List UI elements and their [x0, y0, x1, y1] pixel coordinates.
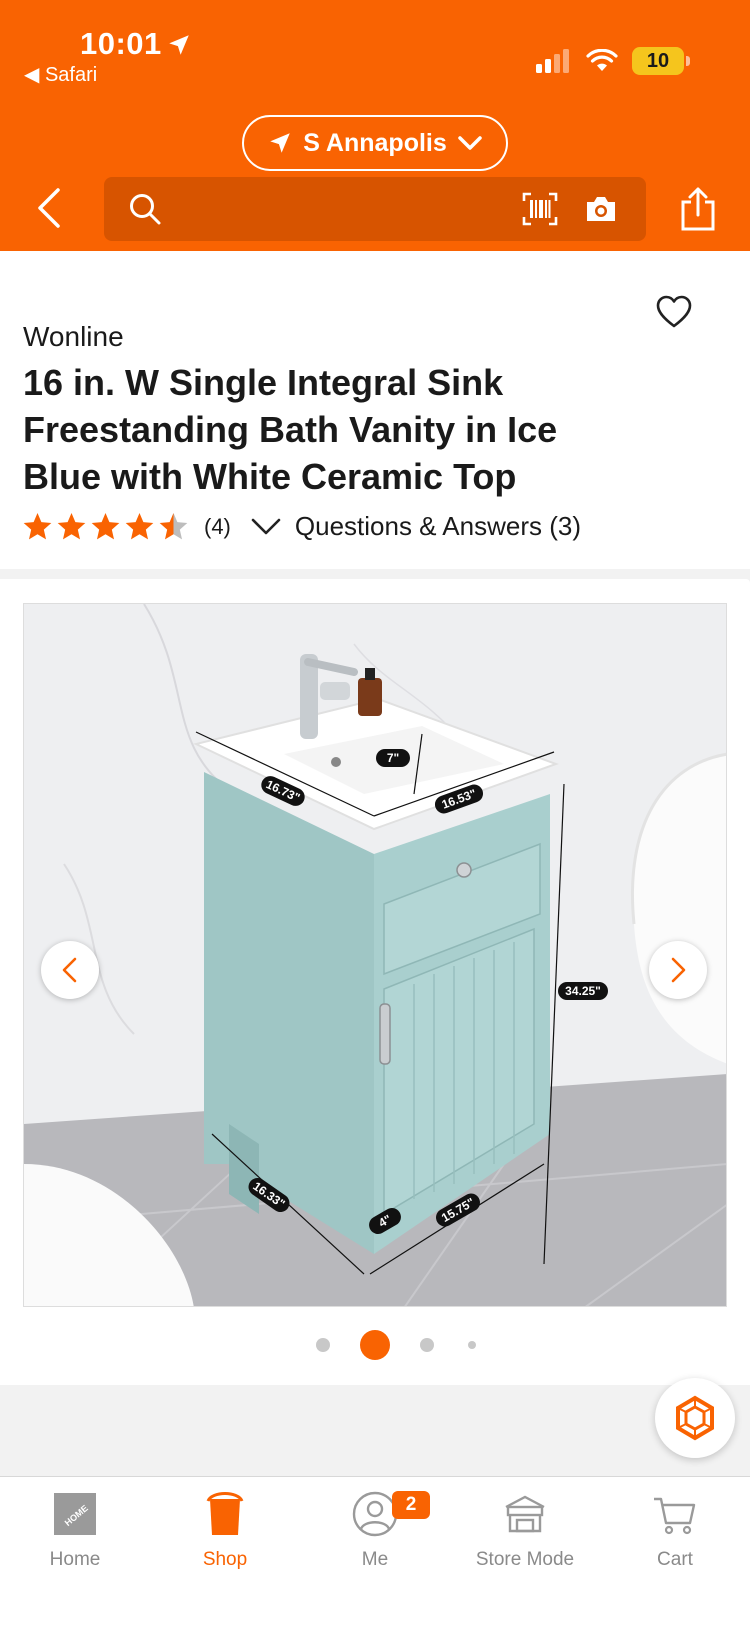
- wifi-icon: [586, 49, 618, 71]
- share-icon[interactable]: [678, 186, 718, 232]
- store-selector[interactable]: S Annapolis: [242, 115, 508, 171]
- product-gallery: 16.73" 16.53" 7" 34.25" 16.33" 15.75" 4": [0, 579, 750, 1385]
- bucket-icon: [206, 1492, 244, 1535]
- tab-store-mode[interactable]: Store Mode: [450, 1491, 600, 1571]
- tab-home[interactable]: HOME Home: [0, 1491, 150, 1571]
- product-info-card: Wonline 16 in. W Single Integral Sink Fr…: [0, 251, 750, 569]
- search-icon: [130, 194, 161, 225]
- pagination-dot[interactable]: [468, 1341, 476, 1349]
- chevron-left-icon: [62, 957, 77, 983]
- questions-answers-link[interactable]: Questions & Answers (3): [295, 511, 581, 542]
- bottom-tab-bar: HOME Home Shop Me 2 Store Mode Cart: [0, 1476, 750, 1631]
- battery-level: 10: [646, 49, 670, 72]
- pagination-dot[interactable]: [316, 1338, 330, 1352]
- tab-label: Cart: [657, 1549, 693, 1570]
- status-time: 10:01: [80, 26, 162, 61]
- star-icon: [91, 512, 120, 540]
- home-depot-logo-icon: HOME: [54, 1493, 96, 1535]
- next-image-button[interactable]: [649, 941, 707, 999]
- tab-cart[interactable]: Cart: [600, 1491, 750, 1571]
- star-icon: [57, 512, 86, 540]
- back-app-label: Safari: [44, 64, 98, 86]
- tab-label: Me: [361, 1549, 389, 1570]
- product-image[interactable]: 16.73" 16.53" 7" 34.25" 16.33" 15.75" 4": [23, 603, 727, 1307]
- star-icon: [23, 512, 52, 540]
- camera-icon[interactable]: [584, 194, 618, 224]
- battery-indicator: 10: [632, 47, 690, 75]
- chevron-down-icon[interactable]: [251, 517, 281, 537]
- previous-image-button[interactable]: [41, 941, 99, 999]
- star-rating: [22, 511, 189, 542]
- tab-label: Store Mode: [475, 1549, 575, 1570]
- tab-label: Home: [49, 1549, 101, 1570]
- chevron-down-icon: [458, 136, 482, 150]
- status-icons: 10: [536, 46, 690, 76]
- dimension-label: 7": [387, 751, 399, 765]
- barcode-scanner-icon[interactable]: [522, 192, 558, 226]
- star-icon: [125, 512, 154, 540]
- tab-shop[interactable]: Shop: [150, 1491, 300, 1571]
- back-to-app-link[interactable]: ◀ Safari: [24, 62, 97, 87]
- location-arrow-icon: [270, 133, 290, 153]
- search-input[interactable]: [104, 177, 646, 241]
- gallery-pagination: [316, 1330, 476, 1360]
- pagination-dot[interactable]: [420, 1338, 434, 1352]
- vanity-illustration: 16.73" 16.53" 7" 34.25" 16.33" 15.75" 4": [24, 604, 726, 1306]
- app-header: 10:01 ◀ Safari 10 S Annapolis: [0, 0, 750, 251]
- review-count[interactable]: (4): [204, 514, 231, 540]
- back-arrow-icon[interactable]: [30, 186, 70, 230]
- heart-icon[interactable]: [656, 295, 692, 329]
- product-title: 16 in. W Single Integral Sink Freestandi…: [23, 362, 558, 497]
- dimension-label: 34.25": [565, 984, 601, 998]
- chevron-right-icon: [671, 957, 686, 983]
- product-brand[interactable]: Wonline: [23, 321, 124, 353]
- tab-label: Shop: [202, 1549, 248, 1570]
- store-name: S Annapolis: [303, 128, 447, 157]
- hexagon-logo-icon: [676, 1395, 714, 1441]
- store-icon: [505, 1495, 545, 1533]
- cellular-signal-icon: [536, 49, 569, 73]
- pagination-dot-active[interactable]: [360, 1330, 390, 1360]
- cart-icon: [654, 1497, 696, 1535]
- notification-badge: 2: [392, 1491, 430, 1519]
- rating-row[interactable]: (4) Questions & Answers (3): [22, 511, 581, 542]
- help-chat-button[interactable]: [655, 1378, 735, 1458]
- half-star-icon: [159, 512, 188, 540]
- location-arrow-icon: [169, 35, 189, 55]
